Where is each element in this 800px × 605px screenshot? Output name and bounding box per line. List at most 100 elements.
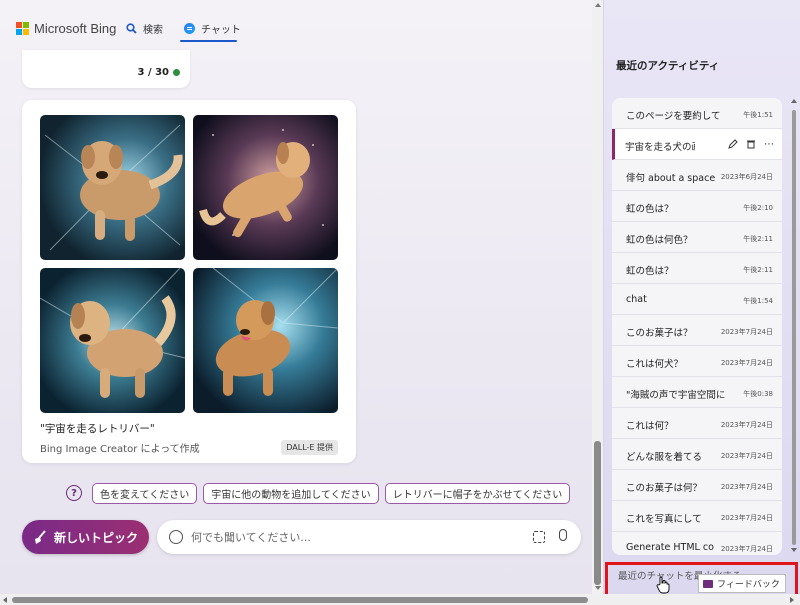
item-title: このページを要約して xyxy=(626,111,721,122)
list-item-active[interactable]: 宇宙を走る犬の画像 ⋯ xyxy=(612,129,782,160)
scroll-down-arrow-icon[interactable] xyxy=(595,586,601,590)
item-date: 2023年7月24日 xyxy=(720,514,773,522)
main-scrollbar[interactable] xyxy=(592,0,603,594)
list-item[interactable]: 虹の色は？ 午後2:11 xyxy=(612,253,782,284)
feedback-label: フィードバック xyxy=(717,580,780,590)
recent-activity-list: このページを要約して 午後1:51 宇宙を走る犬の画像 ⋯ 俳句 about a… xyxy=(612,98,782,555)
list-item[interactable]: これは何？ 2023年7月24日 xyxy=(612,408,782,439)
item-title: このお菓子は？ xyxy=(626,328,693,339)
scroll-up-arrow-icon[interactable] xyxy=(791,99,797,103)
scrollbar-thumb[interactable] xyxy=(594,441,601,585)
suggestion-chip[interactable]: レトリバーに帽子をかぶせてください xyxy=(384,482,571,504)
turn-counter: 3 / 30 xyxy=(137,67,180,78)
scroll-up-arrow-icon[interactable] xyxy=(595,3,601,7)
question-icon[interactable]: ? xyxy=(66,485,82,501)
logo-text: Microsoft Bing xyxy=(34,21,117,36)
tab-chat[interactable]: チャット xyxy=(184,21,241,36)
item-date: 午後0:38 xyxy=(743,390,773,398)
chat-icon xyxy=(184,23,195,34)
scrollbar-thumb[interactable] xyxy=(792,110,796,545)
scroll-down-arrow-icon[interactable] xyxy=(791,548,797,552)
item-date: 2023年7月24日 xyxy=(720,483,773,491)
list-item[interactable]: このお菓子は？ 2023年7月24日 xyxy=(612,315,782,346)
scroll-right-arrow-icon[interactable] xyxy=(790,597,794,603)
chat-input[interactable] xyxy=(191,530,521,544)
item-title: 虹の色は何色？ xyxy=(626,235,693,246)
status-dot xyxy=(173,69,180,76)
microphone-icon[interactable] xyxy=(559,529,567,541)
new-topic-label: 新しいトピック xyxy=(54,530,139,545)
generated-image-1[interactable] xyxy=(40,115,185,260)
new-topic-button[interactable]: 新しいトピック xyxy=(22,520,149,554)
hand-cursor-icon xyxy=(656,576,670,594)
suggestion-chip[interactable]: 色を変えてください xyxy=(92,482,198,504)
feedback-icon xyxy=(703,579,713,588)
item-actions: ⋯ xyxy=(728,139,774,150)
item-date: 2023年7月24日 xyxy=(720,359,773,367)
search-icon xyxy=(126,23,137,34)
microsoft-logo-icon xyxy=(16,22,29,35)
item-title: 俳句 about a space xyxy=(626,173,716,184)
image-search-icon[interactable] xyxy=(533,531,545,543)
item-date: 2023年7月24日 xyxy=(720,452,773,460)
generated-image-2[interactable] xyxy=(193,115,338,260)
list-item[interactable]: これを写真にして 2023年7月24日 xyxy=(612,501,782,532)
message-card: 3 / 30 xyxy=(22,50,190,88)
scrollbar-thumb[interactable] xyxy=(12,597,588,603)
recent-activity-sidebar: 最近のアクティビティ このページを要約して 午後1:51 宇宙を走る犬の画像 ⋯… xyxy=(603,0,800,594)
generated-image-3[interactable] xyxy=(40,268,185,413)
list-item[interactable]: このページを要約して 午後1:51 xyxy=(612,98,782,129)
header: Microsoft Bing 検索 チャット xyxy=(0,0,592,52)
pencil-icon[interactable] xyxy=(728,139,738,149)
list-item[interactable]: Generate HTML co 2023年7月24日 xyxy=(612,532,782,555)
more-options-icon[interactable]: ⋯ xyxy=(764,139,774,150)
suggestion-row: ? 色を変えてください 宇宙に他の動物を追加してください レトリバーに帽子をかぶ… xyxy=(66,482,571,504)
item-title: これは何犬？ xyxy=(626,359,684,370)
list-item[interactable]: このお菓子は何？ 2023年7月24日 xyxy=(612,470,782,501)
item-title: 虹の色は？ xyxy=(626,204,674,215)
item-date: 午後2:11 xyxy=(743,235,773,243)
list-item[interactable]: どんな服を着てる 2023年7月24日 xyxy=(612,439,782,470)
item-date: 2023年7月24日 xyxy=(720,545,773,553)
item-title: 宇宙を走る犬の画像 xyxy=(625,142,695,153)
item-date: 午後2:10 xyxy=(743,204,773,212)
trash-icon[interactable] xyxy=(746,139,756,149)
list-item[interactable]: 虹の色は何色？ 午後2:11 xyxy=(612,222,782,253)
item-date: 午後2:11 xyxy=(743,266,773,274)
list-item[interactable]: 虹の色は？ 午後2:10 xyxy=(612,191,782,222)
chat-input-box[interactable] xyxy=(157,520,581,554)
dalle-badge: DALL-E 提供 xyxy=(281,440,338,455)
list-item[interactable]: 俳句 about a space 2023年6月24日 xyxy=(612,160,782,191)
list-item[interactable]: "海賊の声で宇宙空間に 午後0:38 xyxy=(612,377,782,408)
list-item[interactable]: これは何犬？ 2023年7月24日 xyxy=(612,346,782,377)
image-result-card: "宇宙を走るレトリバー" Bing Image Creator によって作成 D… xyxy=(22,100,356,463)
item-title: これを写真にして xyxy=(626,514,702,525)
item-title: chat xyxy=(626,294,647,305)
image-caption: "宇宙を走るレトリバー" xyxy=(40,423,155,435)
tab-search[interactable]: 検索 xyxy=(126,21,163,36)
item-date: 午後1:54 xyxy=(743,297,773,305)
scroll-left-arrow-icon[interactable] xyxy=(3,597,7,603)
horizontal-scrollbar[interactable] xyxy=(0,594,800,605)
item-date: 2023年6月24日 xyxy=(720,173,773,181)
item-title: これは何？ xyxy=(626,421,674,432)
tab-chat-label: チャット xyxy=(201,25,241,36)
item-title: "海賊の声で宇宙空間に xyxy=(626,390,726,401)
chat-main-area: Microsoft Bing 検索 チャット 3 / 30 "宇宙を走るレトリバ… xyxy=(0,0,592,594)
item-title: このお菓子は何？ xyxy=(626,483,703,494)
item-title: どんな服を着てる xyxy=(626,452,703,463)
sidebar-title: 最近のアクティビティ xyxy=(616,60,720,72)
active-tab-indicator xyxy=(180,40,237,42)
bing-logo[interactable]: Microsoft Bing xyxy=(16,21,116,36)
item-title: Generate HTML co xyxy=(626,542,714,553)
feedback-button[interactable]: フィードバック xyxy=(698,574,786,593)
list-item[interactable]: chat 午後1:54 xyxy=(612,284,782,315)
generated-image-4[interactable] xyxy=(193,268,338,413)
suggestion-chip[interactable]: 宇宙に他の動物を追加してください xyxy=(203,482,379,504)
item-date: 午後1:51 xyxy=(743,111,773,119)
broom-icon xyxy=(35,530,46,544)
turn-counter-text: 3 / 30 xyxy=(137,67,170,78)
item-date: 2023年7月24日 xyxy=(720,421,773,429)
sidebar-scrollbar[interactable] xyxy=(790,98,798,555)
image-creator-credit: Bing Image Creator によって作成 xyxy=(40,444,200,455)
